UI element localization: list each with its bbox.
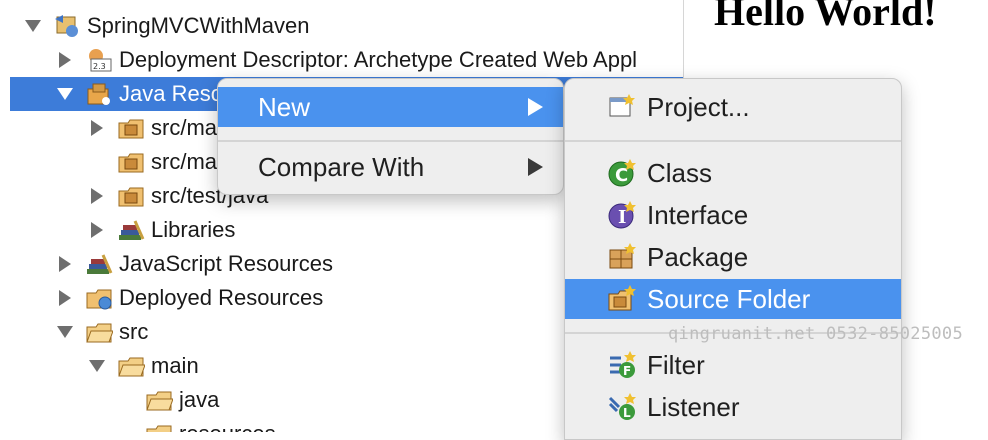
- new-submenu: Project... C Class I Interface Package S…: [564, 78, 902, 440]
- svg-text:F: F: [623, 364, 631, 378]
- svg-text:2.3: 2.3: [93, 62, 106, 71]
- menu-item-label: Compare With: [258, 151, 425, 182]
- page-heading: Hello World!: [714, 0, 937, 34]
- filter-icon: F: [607, 350, 637, 380]
- tree-item-deployment-descriptor[interactable]: 2.3 Deployment Descriptor: Archetype Cre…: [0, 43, 683, 77]
- menu-item-label: Source Folder: [647, 283, 811, 314]
- descriptor-icon: 2.3: [85, 47, 113, 73]
- listener-icon: L: [607, 392, 637, 422]
- deployed-folder-icon: [85, 285, 113, 311]
- source-folder-icon: [117, 149, 145, 175]
- svg-text:L: L: [623, 406, 631, 420]
- folder-open-icon: [85, 319, 113, 345]
- class-icon: C: [607, 158, 637, 188]
- menu-item-label: Class: [647, 157, 713, 188]
- tree-item-label: Deployed Resources: [119, 285, 324, 310]
- submenu-item-source-folder[interactable]: Source Folder: [565, 279, 901, 319]
- menu-item-label: Package: [647, 241, 749, 272]
- menu-item-label: Filter: [647, 349, 705, 380]
- context-menu: New Compare With: [217, 78, 564, 195]
- collapsed-icon[interactable]: [89, 222, 105, 238]
- menu-item-compare-with[interactable]: Compare With: [218, 147, 563, 187]
- expanded-icon[interactable]: [25, 18, 41, 34]
- source-folder-icon: [117, 183, 145, 209]
- watermark-text: qingruanit.net 0532-85025005: [668, 324, 963, 344]
- folder-open-icon: [117, 353, 145, 379]
- source-folder-icon: [607, 284, 637, 314]
- tree-item-label: resources: [179, 421, 276, 432]
- tree-item-label: Libraries: [151, 217, 236, 242]
- menu-item-label: Project...: [647, 91, 750, 122]
- submenu-item-listener[interactable]: L Listener: [565, 387, 901, 427]
- project-icon: [607, 92, 637, 122]
- tree-item-label: SpringMVCWithMaven: [87, 13, 310, 38]
- tree-item-label: JavaScript Resources: [119, 251, 333, 276]
- collapsed-icon[interactable]: [57, 290, 73, 306]
- menu-item-label: Listener: [647, 391, 740, 422]
- menu-separator: [565, 140, 901, 142]
- menu-item-new[interactable]: New: [218, 87, 563, 127]
- svg-text:C: C: [615, 165, 628, 186]
- collapsed-icon[interactable]: [89, 188, 105, 204]
- collapsed-icon[interactable]: [89, 120, 105, 136]
- submenu-item-class[interactable]: C Class: [565, 153, 901, 193]
- tree-item-label: src/ma: [151, 115, 217, 140]
- expanded-icon[interactable]: [57, 86, 73, 102]
- interface-icon: I: [607, 200, 637, 230]
- libraries-icon: [117, 217, 145, 243]
- svg-text:I: I: [618, 207, 626, 228]
- java-resources-icon: [85, 81, 113, 107]
- tree-item-label: Deployment Descriptor: Archetype Created…: [119, 47, 638, 72]
- collapsed-icon[interactable]: [57, 52, 73, 68]
- submenu-arrow-icon: [528, 98, 543, 116]
- menu-separator: [218, 140, 563, 142]
- submenu-item-filter[interactable]: F Filter: [565, 345, 901, 385]
- web-project-icon: [53, 13, 81, 39]
- menu-item-label: Interface: [647, 199, 749, 230]
- libraries-icon: [85, 251, 113, 277]
- tree-item-project[interactable]: SpringMVCWithMaven: [0, 9, 683, 43]
- expanded-icon[interactable]: [57, 324, 73, 340]
- folder-open-icon: [145, 387, 173, 413]
- submenu-arrow-icon: [528, 158, 543, 176]
- tree-item-label: src: [119, 319, 149, 344]
- submenu-item-project[interactable]: Project...: [565, 87, 901, 127]
- tree-item-label: main: [151, 353, 199, 378]
- submenu-item-interface[interactable]: I Interface: [565, 195, 901, 235]
- tree-item-label: java: [179, 387, 220, 412]
- folder-open-icon: [145, 421, 173, 432]
- package-icon: [607, 242, 637, 272]
- source-folder-icon: [117, 115, 145, 141]
- tree-item-label: src/ma: [151, 149, 217, 174]
- submenu-item-package[interactable]: Package: [565, 237, 901, 277]
- tree-item-label: Java Reso: [119, 81, 223, 106]
- collapsed-icon[interactable]: [57, 256, 73, 272]
- menu-item-label: New: [258, 91, 311, 122]
- expanded-icon[interactable]: [89, 358, 105, 374]
